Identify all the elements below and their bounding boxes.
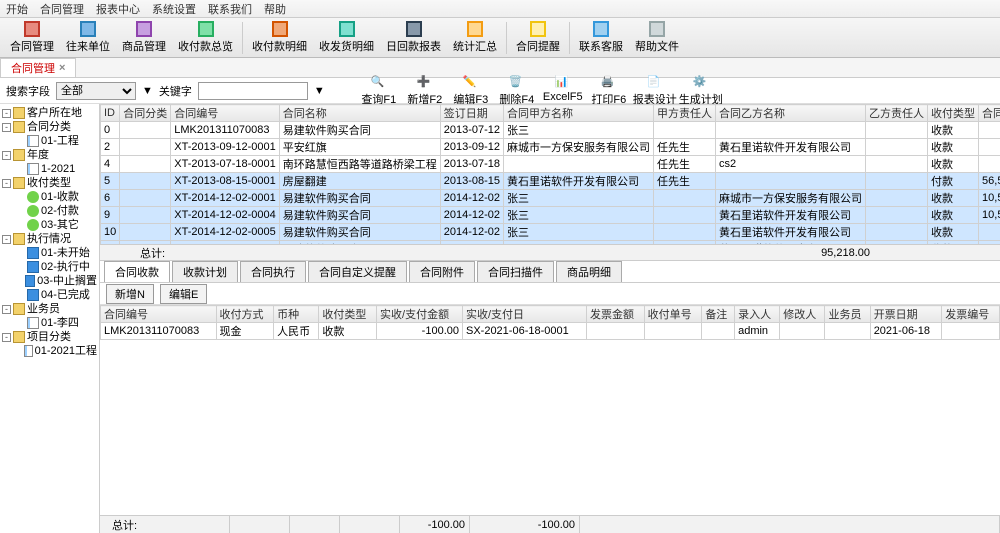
- toolbar-收付款总览[interactable]: 收付款总览: [172, 19, 239, 57]
- subtab-3[interactable]: 合同自定义提醒: [308, 261, 407, 282]
- tree-node[interactable]: 02-付款: [2, 204, 97, 218]
- table-row[interactable]: 10XT-2014-12-02-0005易建软件购买合同2014-12-02张三…: [101, 224, 1000, 241]
- col-header[interactable]: 合同编号: [171, 105, 280, 122]
- action-报表设计[interactable]: 📄报表设计: [633, 75, 677, 107]
- toolbar-合同提醒[interactable]: 合同提醒: [510, 19, 566, 57]
- toolbar-商品管理[interactable]: 商品管理: [116, 19, 172, 57]
- action-删除F4[interactable]: 🗑️删除F4: [495, 75, 539, 107]
- col-header[interactable]: 合同金额: [979, 105, 1000, 122]
- tab-label: 合同管理: [11, 60, 55, 76]
- subtab-5[interactable]: 合同扫描件: [477, 261, 554, 282]
- tree-node[interactable]: 01-工程: [2, 134, 97, 148]
- tree-node[interactable]: 01-收款: [2, 190, 97, 204]
- menubar: 开始合同管理报表中心系统设置联系我们帮助: [0, 0, 1000, 18]
- tree-node[interactable]: 03-中止搁置: [2, 274, 97, 288]
- subtab-6[interactable]: 商品明细: [556, 261, 622, 282]
- search-bar: 搜索字段 全部 ▼ 关键字 ▼ 🔍查询F1➕新增F2✏️编辑F3🗑️删除F4📊E…: [0, 78, 1000, 104]
- tree-node[interactable]: -合同分类: [2, 120, 97, 134]
- table-row[interactable]: 5XT-2013-08-15-0001房屋翻建2013-08-15黄石里诺软件开…: [101, 173, 1000, 190]
- menu-合同管理[interactable]: 合同管理: [40, 1, 84, 17]
- toolbar-统计汇总[interactable]: 统计汇总: [447, 19, 503, 57]
- tree-node[interactable]: 01-李四: [2, 316, 97, 330]
- menu-帮助[interactable]: 帮助: [264, 1, 286, 17]
- col-header[interactable]: 合同名称: [279, 105, 440, 122]
- main-toolbar: 合同管理往来单位商品管理收付款总览收付款明细收发货明细日回款报表统计汇总合同提醒…: [0, 18, 1000, 58]
- keyword-input[interactable]: [198, 82, 308, 100]
- tree-node[interactable]: -客户所在地: [2, 106, 97, 120]
- detail-tabs: 合同收款收款计划合同执行合同自定义提醒合同附件合同扫描件商品明细: [100, 261, 1000, 283]
- detail-toolbar: 新增N 编辑E: [100, 283, 1000, 305]
- detail-grid[interactable]: 合同编号收付方式币种收付类型实收/支付金额实收/支付日发票金额收付单号备注录入人…: [100, 305, 1000, 375]
- subtab-0[interactable]: 合同收款: [104, 261, 170, 282]
- table-row[interactable]: 9XT-2014-12-02-0004易建软件购买合同2014-12-02张三黄…: [101, 207, 1000, 224]
- col-header[interactable]: 合同甲方名称: [504, 105, 654, 122]
- tree-node[interactable]: -执行情况: [2, 232, 97, 246]
- subtab-2[interactable]: 合同执行: [240, 261, 306, 282]
- action-新增F2[interactable]: ➕新增F2: [403, 75, 447, 107]
- dropdown-icon[interactable]: ▼: [314, 85, 325, 97]
- table-row[interactable]: 0LMK201311070083易建软件购买合同2013-07-12张三收款2.…: [101, 122, 1000, 139]
- col-header[interactable]: 甲方责任人: [654, 105, 716, 122]
- keyword-label: 关键字: [159, 83, 192, 99]
- col-header[interactable]: 合同分类: [120, 105, 171, 122]
- col-header[interactable]: 合同乙方名称: [716, 105, 866, 122]
- col-header[interactable]: 收付类型: [928, 105, 979, 122]
- toolbar-帮助文件[interactable]: 帮助文件: [629, 19, 685, 57]
- table-row[interactable]: 4XT-2013-07-18-0001南环路慧恒西路等道路桥梁工程2013-07…: [101, 156, 1000, 173]
- action-编辑F3[interactable]: ✏️编辑F3: [449, 75, 493, 107]
- category-tree[interactable]: -客户所在地-合同分类01-工程-年度1-2021-收付类型01-收款02-付款…: [0, 104, 100, 533]
- contract-grid[interactable]: ID合同分类合同编号合同名称签订日期合同甲方名称甲方责任人合同乙方名称乙方责任人…: [100, 104, 1000, 245]
- action-ExcelF5[interactable]: 📊ExcelF5: [541, 75, 585, 107]
- tree-node[interactable]: 1-2021: [2, 162, 97, 176]
- table-row[interactable]: 2XT-2013-09-12-0001平安红旗2013-09-12麻城市一方保安…: [101, 139, 1000, 156]
- menu-开始[interactable]: 开始: [6, 1, 28, 17]
- dropdown-icon[interactable]: ▼: [142, 85, 153, 97]
- tree-node[interactable]: -业务员: [2, 302, 97, 316]
- tree-node[interactable]: 03-其它: [2, 218, 97, 232]
- toolbar-联系客服[interactable]: 联系客服: [573, 19, 629, 57]
- col-header[interactable]: 乙方责任人: [866, 105, 928, 122]
- subtab-4[interactable]: 合同附件: [409, 261, 475, 282]
- tree-node[interactable]: 01-2021工程: [2, 344, 97, 358]
- action-生成计划[interactable]: ⚙️生成计划: [679, 75, 723, 107]
- col-header[interactable]: ID: [101, 105, 120, 122]
- edit-button[interactable]: 编辑E: [160, 284, 207, 304]
- toolbar-往来单位[interactable]: 往来单位: [60, 19, 116, 57]
- table-row[interactable]: 6XT-2014-12-02-0001易建软件购买合同2014-12-02张三麻…: [101, 190, 1000, 207]
- tree-node[interactable]: 01-未开始: [2, 246, 97, 260]
- tree-node[interactable]: 02-执行中: [2, 260, 97, 274]
- new-button[interactable]: 新增N: [106, 284, 154, 304]
- action-查询F1[interactable]: 🔍查询F1: [357, 75, 401, 107]
- menu-联系我们[interactable]: 联系我们: [208, 1, 252, 17]
- col-header[interactable]: 签订日期: [440, 105, 503, 122]
- toolbar-合同管理[interactable]: 合同管理: [4, 19, 60, 57]
- search-field-select[interactable]: 全部: [56, 82, 136, 100]
- tree-node[interactable]: -项目分类: [2, 330, 97, 344]
- toolbar-日回款报表[interactable]: 日回款报表: [380, 19, 447, 57]
- footer-summary: 总计: -100.00 -100.00: [100, 515, 1000, 533]
- toolbar-收发货明细[interactable]: 收发货明细: [313, 19, 380, 57]
- tree-node[interactable]: -收付类型: [2, 176, 97, 190]
- toolbar-收付款明细[interactable]: 收付款明细: [246, 19, 313, 57]
- menu-报表中心[interactable]: 报表中心: [96, 1, 140, 17]
- sum-label: 总计:: [140, 245, 165, 261]
- sum-amount: 95,218.00: [821, 247, 870, 259]
- close-icon[interactable]: ×: [59, 62, 65, 74]
- action-打印F6[interactable]: 🖨️打印F6: [587, 75, 631, 107]
- subtab-1[interactable]: 收款计划: [172, 261, 238, 282]
- tree-node[interactable]: 04-已完成: [2, 288, 97, 302]
- detail-row[interactable]: LMK201311070083现金人民币收款-100.00SX-2021-06-…: [101, 323, 1000, 340]
- search-field-label: 搜索字段: [6, 83, 50, 99]
- tab-contract[interactable]: 合同管理 ×: [0, 58, 76, 77]
- menu-系统设置[interactable]: 系统设置: [152, 1, 196, 17]
- tree-node[interactable]: -年度: [2, 148, 97, 162]
